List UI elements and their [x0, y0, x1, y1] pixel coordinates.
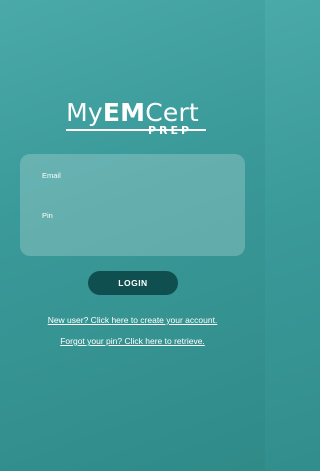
login-button[interactable]: LOGIN	[88, 271, 178, 295]
logo-prep: PREP	[148, 124, 193, 137]
logo-em: EM	[102, 98, 146, 127]
email-field[interactable]	[40, 184, 234, 200]
login-form-card: Email Pin	[20, 154, 245, 256]
pin-field[interactable]	[40, 224, 234, 240]
email-label: Email	[42, 171, 61, 180]
logo-my: My	[66, 98, 103, 127]
logo-cert: Cert	[145, 98, 199, 127]
app-logo: MyEMCert	[0, 98, 265, 131]
create-account-link[interactable]: New user? Click here to create your acco…	[0, 315, 265, 325]
pin-label: Pin	[42, 211, 53, 220]
forgot-pin-link[interactable]: Forgot your pin? Click here to retrieve.	[0, 336, 265, 346]
